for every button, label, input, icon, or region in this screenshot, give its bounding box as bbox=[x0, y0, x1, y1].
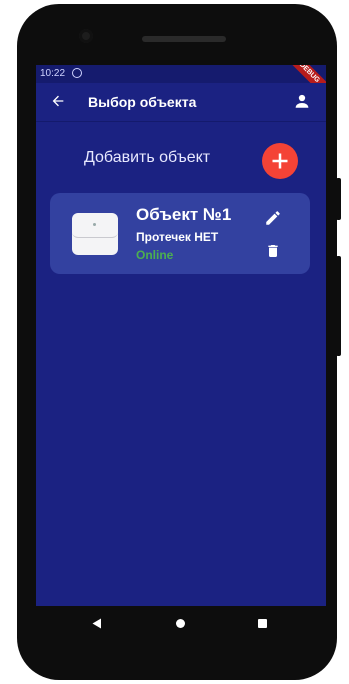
front-camera bbox=[79, 29, 93, 43]
status-bar: 10:22 DEBUG bbox=[36, 65, 326, 102]
object-card[interactable]: Объект №1 Протечек НЕТ Online bbox=[50, 193, 310, 274]
status-time: 10:22 bbox=[40, 68, 66, 79]
connection-status: Online bbox=[136, 248, 174, 262]
power-button bbox=[336, 178, 341, 220]
leak-status: Протечек НЕТ bbox=[136, 230, 219, 244]
nav-back-icon[interactable] bbox=[92, 618, 102, 629]
add-object-button[interactable] bbox=[262, 143, 298, 179]
back-arrow-icon[interactable] bbox=[48, 91, 68, 111]
page-title: Выбор объекта bbox=[88, 94, 197, 110]
nav-home-icon[interactable] bbox=[176, 619, 185, 628]
add-object-label: Добавить объект bbox=[84, 149, 211, 166]
volume-button bbox=[336, 256, 341, 356]
object-title: Объект №1 bbox=[136, 205, 232, 224]
system-navigation-bar bbox=[36, 606, 326, 642]
edit-icon[interactable] bbox=[262, 207, 284, 229]
earpiece-speaker bbox=[142, 36, 226, 42]
delete-icon[interactable] bbox=[262, 240, 284, 262]
app-screen: 10:22 DEBUG Выбор объекта Добавить объек… bbox=[36, 65, 326, 606]
account-icon[interactable] bbox=[292, 91, 312, 111]
nav-recents-icon[interactable] bbox=[258, 619, 267, 628]
app-bar: Выбор объекта bbox=[36, 83, 326, 122]
plus-icon bbox=[272, 153, 288, 169]
device-image bbox=[72, 213, 118, 255]
g-notification-icon bbox=[72, 68, 82, 78]
